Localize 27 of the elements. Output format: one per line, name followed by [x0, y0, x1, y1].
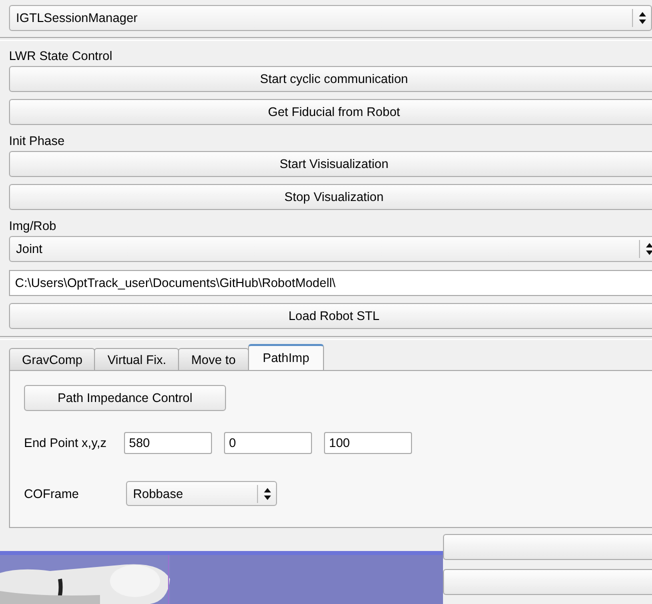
mode-dropdown[interactable]: Joint — [9, 236, 652, 262]
module-dropdown[interactable]: IGTLSessionManager — [9, 5, 652, 31]
spin-arrows-icon — [638, 11, 647, 25]
spin-arrows-icon — [263, 486, 272, 500]
coordinate-field[interactable]: 0 — [224, 432, 312, 454]
coordinate-field[interactable]: 580 — [124, 432, 212, 454]
hidden-button[interactable] — [443, 569, 652, 595]
tab[interactable]: GravComp — [9, 348, 96, 370]
coframe-dropdown[interactable]: Robbase — [126, 481, 277, 506]
section-label: Img/Rob — [9, 218, 58, 235]
coframe-label: COFrame — [24, 486, 80, 500]
tab[interactable]: PathImp — [248, 344, 324, 370]
path-impedance-button[interactable]: Path Impedance Control — [24, 385, 226, 411]
action-button[interactable]: Load Robot STL — [9, 303, 652, 329]
spin-arrows-icon — [645, 242, 652, 256]
end-point-label: End Point x,y,z — [24, 436, 108, 450]
tab[interactable]: Move to — [178, 348, 249, 370]
path-field[interactable]: C:\Users\OptTrack_user\Documents\GitHub\RobotModell\ — [9, 270, 652, 296]
action-button[interactable]: Get Fiducial from Robot — [9, 99, 652, 125]
action-button[interactable]: Start Visisualization — [9, 151, 652, 177]
tab[interactable]: Virtual Fix. — [94, 348, 180, 370]
action-button[interactable]: Stop Visualization — [9, 184, 652, 210]
action-button[interactable]: Start cyclic communication — [9, 66, 652, 92]
section-label: LWR State Control — [9, 48, 114, 65]
hidden-button[interactable] — [443, 534, 652, 560]
coordinate-field[interactable]: 100 — [324, 432, 412, 454]
section-label: Init Phase — [9, 133, 66, 150]
